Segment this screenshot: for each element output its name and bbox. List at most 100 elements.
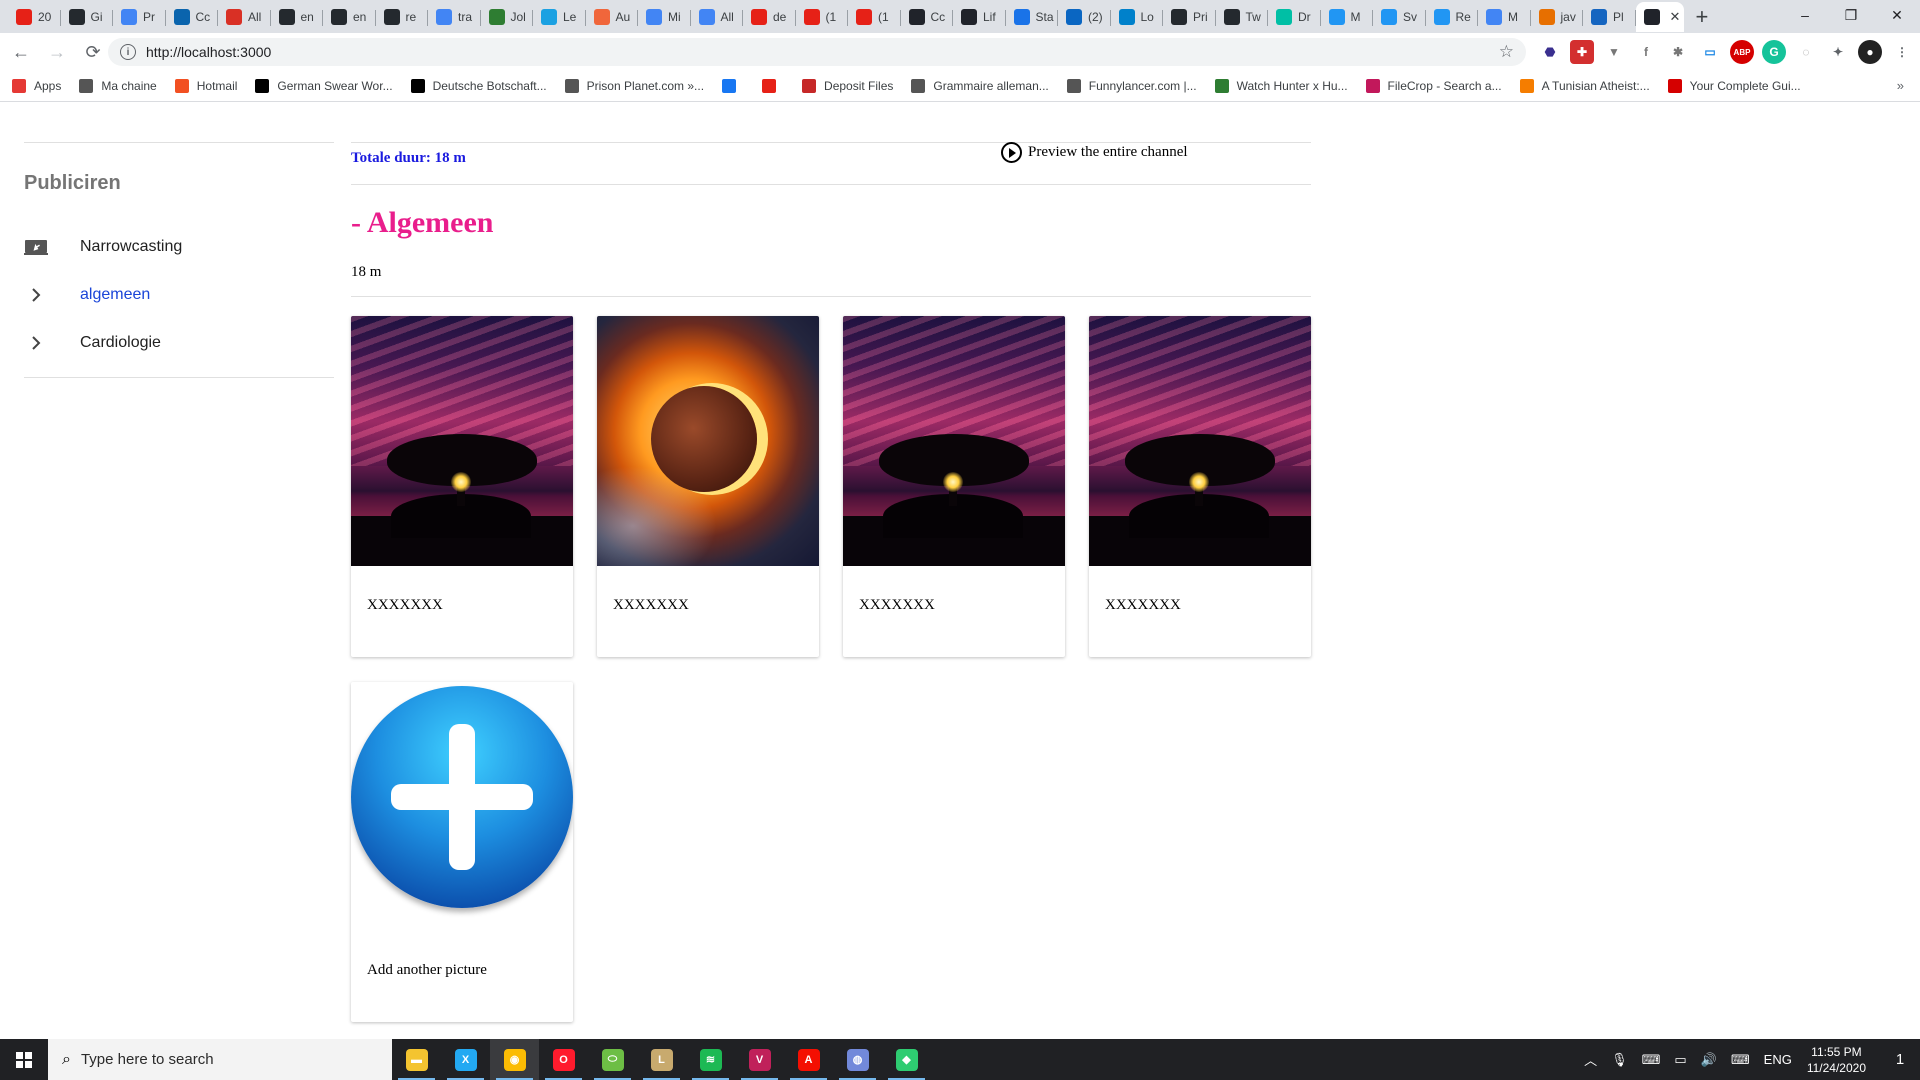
bookmark-item[interactable]: Deutsche Botschaft... xyxy=(410,79,547,93)
chevron-right-icon[interactable] xyxy=(24,283,48,307)
taskbar-app[interactable]: ◆ xyxy=(882,1039,931,1080)
add-picture-button[interactable] xyxy=(351,682,573,912)
browser-tab[interactable]: ✕ xyxy=(1635,1,1684,32)
extension-vue-icon[interactable]: ▼ xyxy=(1602,40,1626,64)
sidebar-item-cardiologie[interactable]: Cardiologie xyxy=(24,323,161,363)
taskbar-app[interactable]: V xyxy=(735,1039,784,1080)
browser-tab[interactable]: Sv xyxy=(1373,2,1426,32)
taskbar-app[interactable]: A xyxy=(784,1039,833,1080)
browser-tab[interactable]: re xyxy=(376,2,429,32)
add-picture-card[interactable]: Add another picture xyxy=(351,682,573,1022)
bookmark-item[interactable]: Apps xyxy=(12,79,61,93)
forward-button[interactable]: → xyxy=(42,37,72,67)
extensions-puzzle-icon[interactable]: ✦ xyxy=(1826,40,1850,64)
extension-graduation-icon[interactable]: ⬣ xyxy=(1538,40,1562,64)
bookmark-item[interactable]: Grammaire alleman... xyxy=(911,79,1049,93)
profile-avatar[interactable]: ● xyxy=(1858,40,1882,64)
preview-channel-button[interactable]: Preview the entire channel xyxy=(1001,142,1188,163)
taskbar-app[interactable]: ▬ xyxy=(392,1039,441,1080)
bookmark-item[interactable]: Watch Hunter x Hu... xyxy=(1214,79,1348,93)
browser-tab[interactable]: Cc xyxy=(166,2,219,32)
microphone-icon[interactable]: 🎙 xyxy=(1611,1052,1628,1068)
extension-round-icon[interactable]: ◌ xyxy=(1794,40,1818,64)
bookmark-item[interactable] xyxy=(762,79,784,93)
bookmark-item[interactable]: Deposit Files xyxy=(802,79,893,93)
browser-tab[interactable]: (1 xyxy=(796,2,849,32)
extension-facebook-icon[interactable]: f xyxy=(1634,40,1658,64)
bookmark-item[interactable]: Hotmail xyxy=(174,79,237,93)
sidebar-item-narrowcasting[interactable]: Narrowcasting xyxy=(24,227,182,267)
taskbar-app[interactable]: ◍ xyxy=(833,1039,882,1080)
extension-screenshot-icon[interactable]: ▭ xyxy=(1698,40,1722,64)
bookmark-item[interactable]: A Tunisian Atheist:... xyxy=(1519,79,1650,93)
taskbar-search[interactable]: ⌕ Type here to search xyxy=(48,1039,392,1080)
keyboard-icon[interactable]: ⌨ xyxy=(1731,1052,1750,1068)
ime-icon[interactable]: ⌨ xyxy=(1642,1052,1661,1068)
browser-tab[interactable]: M xyxy=(1321,2,1374,32)
bookmark-item[interactable] xyxy=(722,79,744,93)
chevron-right-icon[interactable] xyxy=(24,331,48,355)
browser-tab[interactable]: Lo xyxy=(1111,2,1164,32)
browser-tab[interactable]: Au xyxy=(586,2,639,32)
close-tab-icon[interactable]: ✕ xyxy=(1670,9,1681,25)
bookmark-item[interactable]: FileCrop - Search a... xyxy=(1365,79,1502,93)
browser-tab[interactable]: All xyxy=(218,2,271,32)
browser-tab[interactable]: Mi xyxy=(638,2,691,32)
browser-tab[interactable]: jav xyxy=(1531,2,1584,32)
browser-tab[interactable]: Jol xyxy=(481,2,534,32)
taskbar-app[interactable]: ◉ xyxy=(490,1039,539,1080)
browser-tab[interactable]: (1 xyxy=(848,2,901,32)
network-icon[interactable]: ▭ xyxy=(1674,1052,1686,1068)
media-card[interactable]: XXXXXXX xyxy=(843,316,1065,657)
bookmark-item[interactable]: Prison Planet.com »... xyxy=(564,79,704,93)
media-card[interactable]: XXXXXXX xyxy=(1089,316,1311,657)
grammarly-icon[interactable]: G xyxy=(1762,40,1786,64)
taskbar-app[interactable]: X xyxy=(441,1039,490,1080)
extension-bug-icon[interactable]: ✱ xyxy=(1666,40,1690,64)
language-indicator[interactable]: ENG xyxy=(1764,1052,1792,1067)
bookmark-item[interactable]: German Swear Wor... xyxy=(255,79,393,93)
address-bar[interactable]: i http://localhost:3000 ☆ xyxy=(108,38,1526,66)
bookmark-star-icon[interactable]: ☆ xyxy=(1499,42,1514,62)
browser-tab[interactable]: en xyxy=(271,2,324,32)
new-tab-button[interactable]: + xyxy=(1696,2,1709,32)
sidebar-item-algemeen[interactable]: algemeen xyxy=(24,275,150,315)
back-button[interactable]: ← xyxy=(6,37,36,67)
browser-tab[interactable]: Re xyxy=(1426,2,1479,32)
browser-tab[interactable]: M xyxy=(1478,2,1531,32)
extension-red-icon[interactable]: ✚ xyxy=(1570,40,1594,64)
start-button[interactable] xyxy=(0,1039,48,1080)
site-info-icon[interactable]: i xyxy=(120,44,136,60)
volume-icon[interactable]: 🔊 xyxy=(1701,1052,1717,1068)
bookmark-item[interactable]: Ma chaine xyxy=(79,79,157,93)
notification-center-icon[interactable]: 1 xyxy=(1880,1039,1920,1080)
chrome-menu-icon[interactable]: ⋮ xyxy=(1890,40,1914,64)
close-window-button[interactable]: ✕ xyxy=(1874,0,1920,30)
browser-tab[interactable]: en xyxy=(323,2,376,32)
browser-tab[interactable]: Gi xyxy=(61,2,114,32)
browser-tab[interactable]: Pri xyxy=(1163,2,1216,32)
browser-tab[interactable]: tra xyxy=(428,2,481,32)
browser-tab[interactable]: Cc xyxy=(901,2,954,32)
browser-tab[interactable]: de xyxy=(743,2,796,32)
browser-tab[interactable]: Sta xyxy=(1006,2,1059,32)
browser-tab[interactable]: Dr xyxy=(1268,2,1321,32)
bookmark-item[interactable]: Funnylancer.com |... xyxy=(1066,79,1197,93)
taskbar-app[interactable]: ⬭ xyxy=(588,1039,637,1080)
browser-tab[interactable]: Tw xyxy=(1216,2,1269,32)
clock[interactable]: 11:55 PM 11/24/2020 xyxy=(1807,1044,1866,1076)
adblock-icon[interactable]: ABP xyxy=(1730,40,1754,64)
browser-tab[interactable]: Pl xyxy=(1583,2,1636,32)
media-card[interactable]: XXXXXXX xyxy=(351,316,573,657)
more-bookmarks-icon[interactable]: » xyxy=(1897,78,1904,93)
browser-tab[interactable]: 20 xyxy=(8,2,61,32)
browser-tab[interactable]: Pr xyxy=(113,2,166,32)
browser-tab[interactable]: Le xyxy=(533,2,586,32)
browser-tab[interactable]: (2) xyxy=(1058,2,1111,32)
url-text[interactable]: http://localhost:3000 xyxy=(146,44,271,60)
bookmark-item[interactable]: Your Complete Gui... xyxy=(1667,79,1801,93)
taskbar-app[interactable]: L xyxy=(637,1039,686,1080)
taskbar-app[interactable]: O xyxy=(539,1039,588,1080)
minimize-button[interactable]: – xyxy=(1782,0,1828,30)
media-card[interactable]: XXXXXXX xyxy=(597,316,819,657)
